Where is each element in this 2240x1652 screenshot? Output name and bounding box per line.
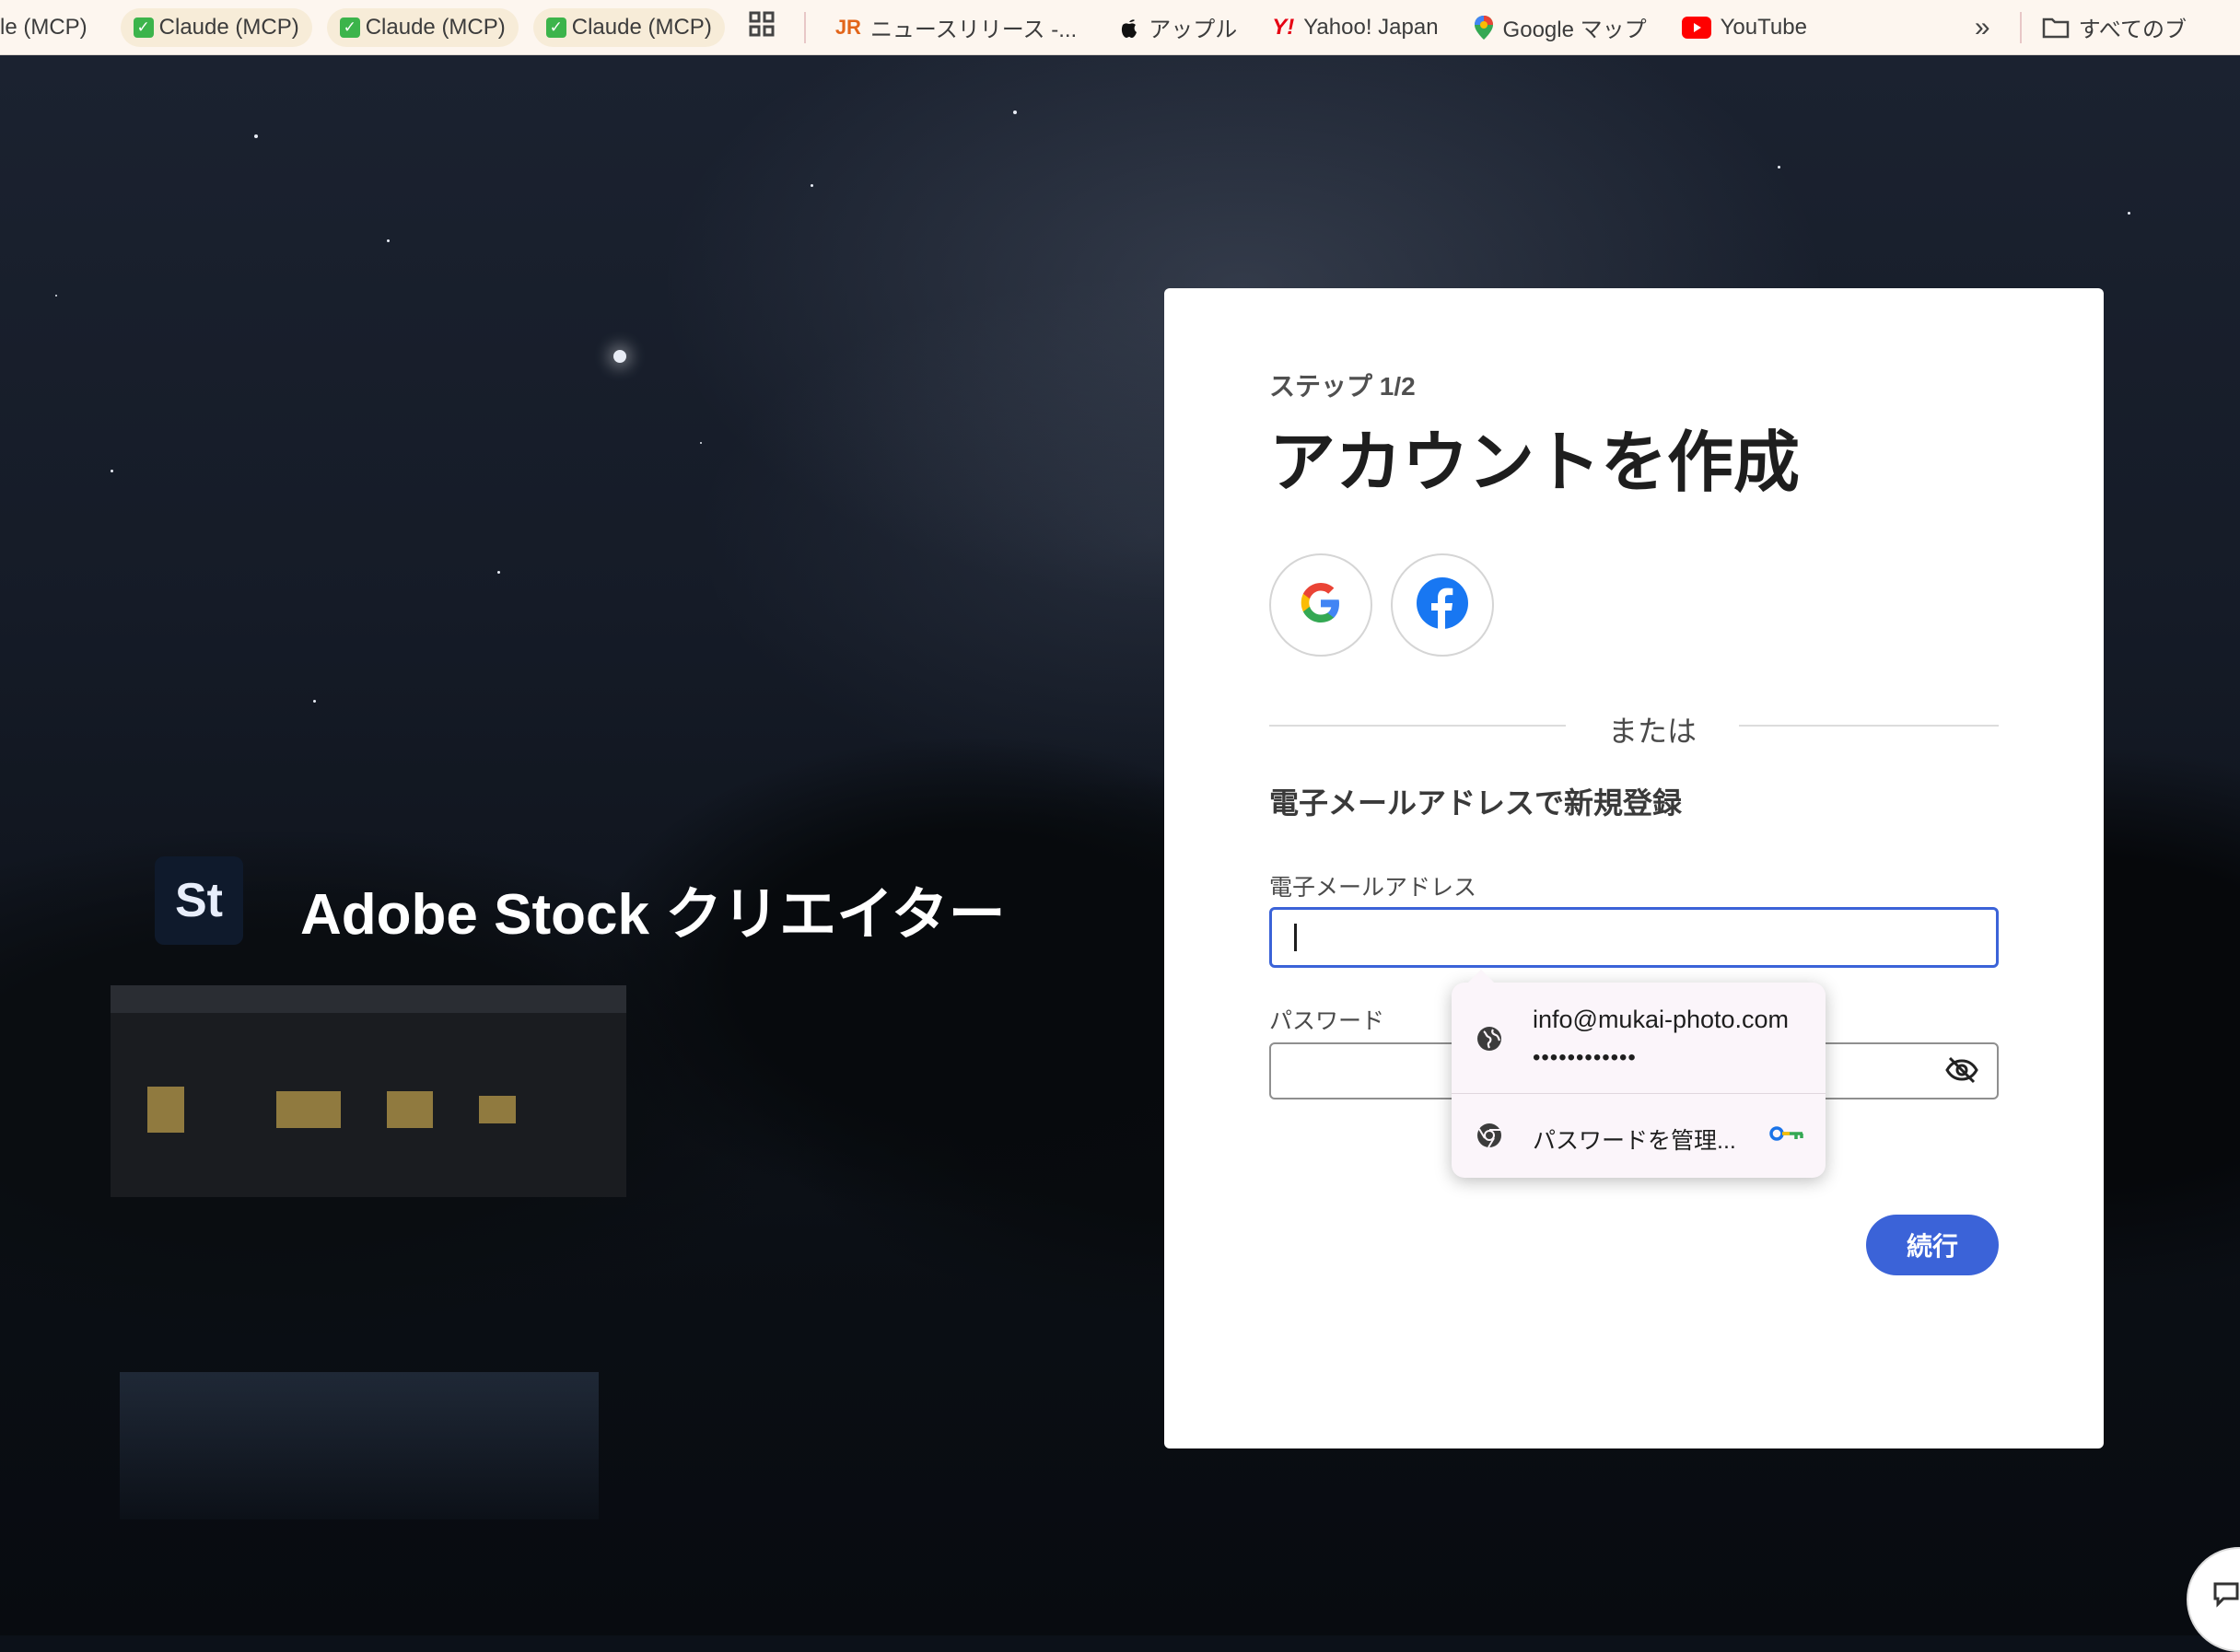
bookmark-label: Claude (MCP) (365, 14, 506, 40)
bookmark-apple[interactable]: アップル (1110, 8, 1246, 47)
bookmark-label: Claude (MCP) (158, 14, 299, 40)
check-icon: ✓ (133, 17, 154, 38)
check-icon: ✓ (545, 17, 566, 38)
password-key-icon (1768, 1120, 1805, 1147)
chevron-double-right-icon: » (1974, 11, 1990, 42)
password-autofill-dropdown: info@mukai-photo.com •••••••••••• パスワードを… (1452, 969, 1826, 1178)
globe-icon (1476, 1025, 1503, 1053)
bookmark-label: ニュースリリース -... (869, 17, 1078, 42)
bookmark-claude-mcp[interactable]: ✓ Claude (MCP) (120, 7, 312, 47)
bookmark-claude-mcp[interactable]: ✓ Claude (MCP) (326, 7, 519, 47)
star (55, 295, 57, 297)
background-house (111, 985, 626, 1197)
autofill-email: info@mukai-photo.com (1533, 1006, 1790, 1033)
email-signup-heading: 電子メールアドレスで新規登録 (1269, 786, 1683, 820)
apple-icon (1119, 16, 1139, 40)
logo-text: St (175, 874, 223, 927)
star (387, 239, 390, 242)
facebook-signin-button[interactable] (1391, 553, 1494, 657)
star (254, 134, 258, 138)
apps-grid-button[interactable] (740, 8, 784, 47)
star (2128, 212, 2130, 215)
text-caret (1294, 924, 1297, 951)
bookmark-label: le (MCP) (0, 14, 88, 40)
bookmark-yahoo[interactable]: Y! Yahoo! Japan (1263, 8, 1447, 47)
page-title: アカウントを作成 (1269, 426, 1801, 500)
star (1013, 111, 1017, 114)
star (497, 571, 500, 574)
continue-button[interactable]: 続行 (1866, 1215, 1999, 1275)
toggle-password-visibility-button[interactable] (1945, 1056, 1978, 1088)
google-signin-button[interactable] (1269, 553, 1372, 657)
password-label: パスワード (1269, 1008, 1385, 1034)
yahoo-icon: Y! (1272, 14, 1295, 40)
bookmark-label: Claude (MCP) (571, 14, 712, 40)
lit-window (387, 1091, 433, 1128)
google-icon (1299, 581, 1343, 630)
youtube-icon (1681, 16, 1711, 39)
more-bookmarks-button[interactable]: » (1966, 8, 2000, 47)
email-label: 電子メールアドレス (1269, 875, 1477, 901)
bookmark-claude-mcp[interactable]: ✓ Claude (MCP) (532, 7, 725, 47)
adobe-stock-logo: St (155, 856, 243, 945)
step-indicator: ステップ 1/2 (1269, 372, 1416, 401)
star (811, 184, 813, 187)
star (1778, 166, 1780, 169)
lit-window (276, 1091, 341, 1128)
manage-passwords-item[interactable]: パスワードを管理... (1452, 1094, 1826, 1178)
water-reflection (120, 1372, 599, 1519)
signup-card: ステップ 1/2 アカウントを作成 または 電子メールアドレスで新規登録 電子メ… (1164, 288, 2104, 1448)
lit-window (147, 1087, 184, 1133)
google-maps-icon (1474, 15, 1494, 41)
jr-icon: JR (834, 15, 861, 39)
autofill-suggestion[interactable]: info@mukai-photo.com •••••••••••• (1452, 983, 1826, 1093)
lit-window (479, 1096, 516, 1123)
bookmarks-bar: le (MCP) ✓ Claude (MCP) ✓ Claude (MCP) ✓… (0, 0, 2240, 55)
bookmark-mcp-partial[interactable]: le (MCP) (0, 8, 97, 47)
bookmark-label: アップル (1149, 17, 1238, 42)
email-input[interactable] (1269, 907, 1999, 968)
star (613, 350, 626, 363)
bookmark-label: Google マップ (1502, 17, 1647, 42)
bookmark-label: Yahoo! Japan (1303, 14, 1439, 40)
bookmarks-separator (2019, 11, 2022, 43)
all-bookmarks-label: すべてのブ (2078, 17, 2187, 42)
grid-icon (749, 11, 775, 43)
divider-or-text: または (1607, 715, 1697, 748)
facebook-icon (1416, 576, 1469, 634)
bookmark-jr-news[interactable]: JR ニュースリリース -... (826, 8, 1086, 47)
folder-icon (2042, 17, 2070, 39)
brand-title: Adobe Stock クリエイター (300, 883, 1006, 947)
chat-icon (2212, 1580, 2240, 1612)
chrome-icon (1476, 1122, 1503, 1149)
bookmark-google-maps[interactable]: Google マップ (1464, 8, 1656, 47)
divider-line-right (1739, 725, 1999, 727)
divider-line-left (1269, 725, 1566, 727)
autofill-masked-password: •••••••••••• (1533, 1045, 1637, 1070)
star (700, 442, 702, 444)
bookmark-label: YouTube (1720, 14, 1807, 40)
all-bookmarks-button[interactable]: すべてのブ (2042, 8, 2196, 47)
bookmarks-separator (803, 11, 806, 43)
bookmark-youtube[interactable]: YouTube (1673, 8, 1816, 47)
eye-off-icon (1945, 1056, 1978, 1088)
manage-passwords-label: パスワードを管理... (1533, 1128, 1736, 1154)
star (111, 470, 113, 472)
check-icon: ✓ (339, 17, 360, 38)
